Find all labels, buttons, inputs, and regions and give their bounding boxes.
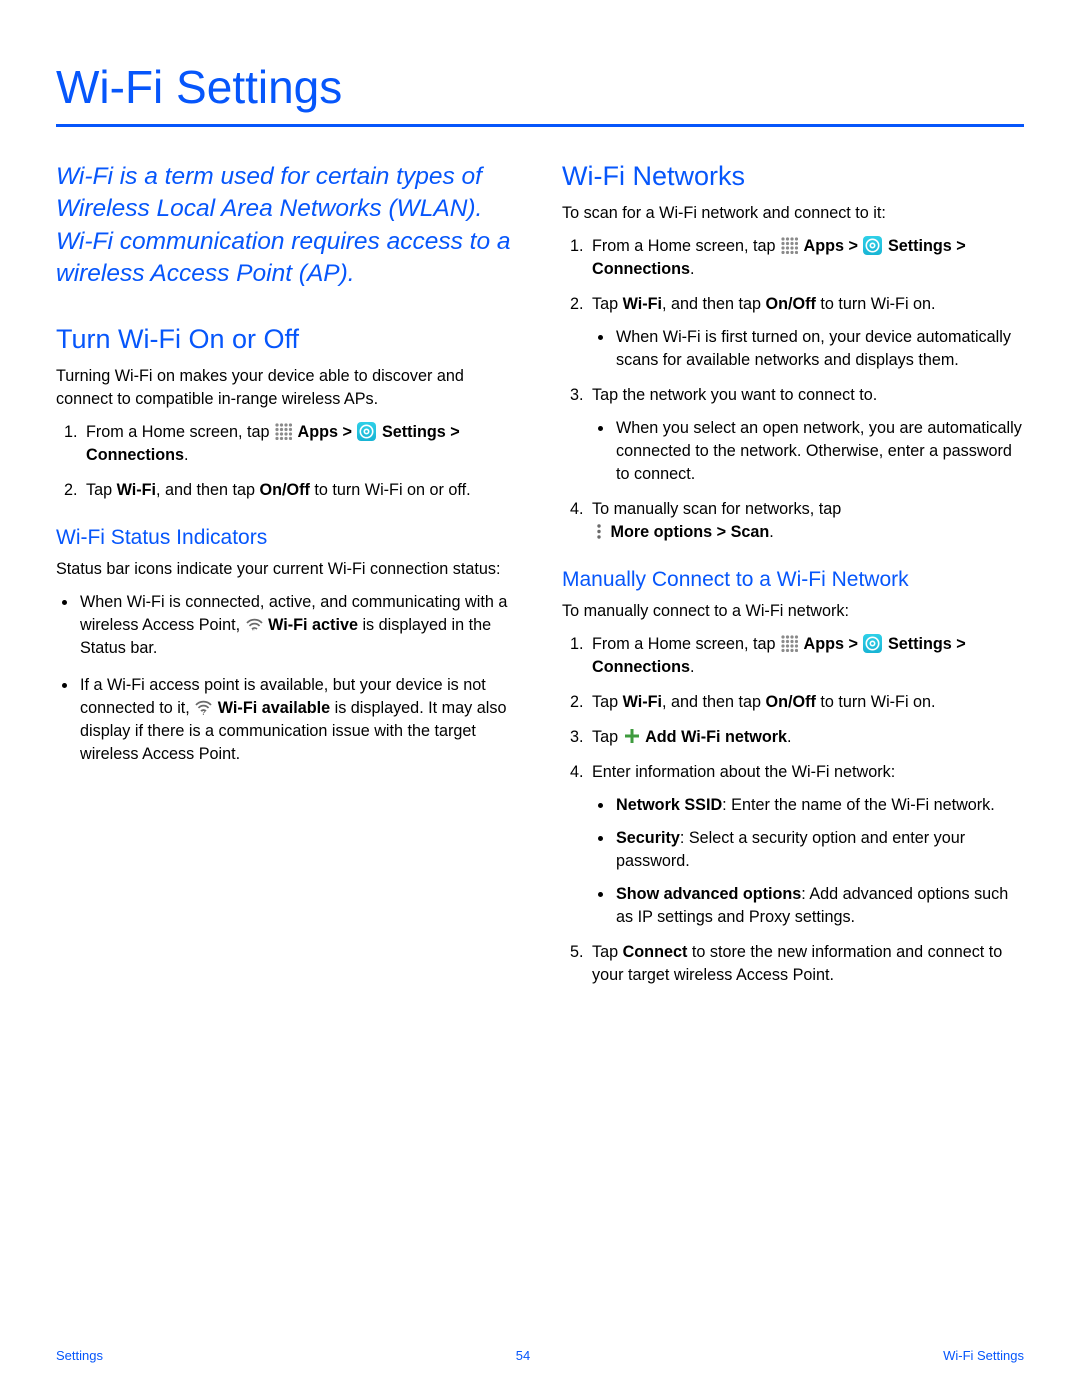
list-item: Tap Connect to store the new information…: [588, 941, 1024, 987]
list-item: From a Home screen, tap Apps > Settings …: [82, 421, 518, 467]
two-column-layout: Wi-Fi is a term used for certain types o…: [56, 161, 1024, 999]
text: , and then tap: [662, 693, 766, 711]
text: to turn Wi-Fi on.: [816, 693, 936, 711]
bold: Wi-Fi available: [218, 699, 330, 717]
sub-bullet: When Wi-Fi is first turned on, your devi…: [592, 326, 1024, 372]
text: : Enter the name of the Wi-Fi network.: [722, 796, 995, 814]
text: Tap the network you want to connect to.: [592, 386, 877, 404]
list-item: Enter information about the Wi-Fi networ…: [588, 761, 1024, 929]
footer-right: Wi-Fi Settings: [943, 1348, 1024, 1363]
text: Tap: [592, 295, 623, 313]
heading-wifi-networks: Wi-Fi Networks: [562, 161, 1024, 192]
paragraph: To manually connect to a Wi-Fi network:: [562, 600, 1024, 623]
text: , and then tap: [662, 295, 766, 313]
intro-text: Wi-Fi is a term used for certain types o…: [56, 161, 518, 290]
wifi-available-icon: [195, 699, 212, 714]
steps-wifi-networks: From a Home screen, tap Apps > Settings …: [562, 235, 1024, 544]
apps-label: Apps >: [804, 635, 863, 653]
bold: Wi-Fi active: [268, 616, 358, 634]
apps-label: Apps >: [298, 423, 357, 441]
sub-bullet: When you select an open network, you are…: [592, 417, 1024, 486]
heading-manually-connect: Manually Connect to a Wi-Fi Network: [562, 568, 1024, 592]
text: Enter information about the Wi-Fi networ…: [592, 763, 895, 781]
text: From a Home screen, tap: [86, 423, 274, 441]
text: Tap: [592, 943, 623, 961]
bold: More options > Scan: [611, 523, 770, 541]
text: Tap: [592, 728, 623, 746]
heading-status-indicators: Wi-Fi Status Indicators: [56, 526, 518, 550]
list-item: Tap Wi-Fi, and then tap On/Off to turn W…: [588, 691, 1024, 714]
text: to turn Wi-Fi on or off.: [310, 481, 471, 499]
settings-icon: [863, 634, 882, 653]
list-item: If a Wi-Fi access point is available, bu…: [78, 674, 518, 766]
text: to turn Wi-Fi on.: [816, 295, 936, 313]
list-item: From a Home screen, tap Apps > Settings …: [588, 633, 1024, 679]
list-item: Tap Wi-Fi, and then tap On/Off to turn W…: [588, 293, 1024, 372]
text: , and then tap: [156, 481, 260, 499]
steps-manual-connect: From a Home screen, tap Apps > Settings …: [562, 633, 1024, 987]
paragraph: To scan for a Wi-Fi network and connect …: [562, 202, 1024, 225]
page-footer: Settings 54 Wi-Fi Settings: [56, 1348, 1024, 1363]
settings-icon: [863, 236, 882, 255]
apps-icon: [275, 423, 292, 440]
apps-icon: [781, 237, 798, 254]
paragraph: Turning Wi-Fi on makes your device able …: [56, 365, 518, 411]
text: Tap: [86, 481, 117, 499]
left-column: Wi-Fi is a term used for certain types o…: [56, 161, 518, 999]
apps-label: Apps >: [804, 237, 863, 255]
bold: On/Off: [260, 481, 310, 499]
steps-turn-wifi: From a Home screen, tap Apps > Settings …: [56, 421, 518, 502]
list-item: To manually scan for networks, tap More …: [588, 498, 1024, 544]
text: From a Home screen, tap: [592, 237, 780, 255]
bold: Wi-Fi: [117, 481, 156, 499]
plus-icon: [624, 728, 640, 744]
footer-page-number: 54: [516, 1348, 530, 1363]
bold: Connect: [623, 943, 688, 961]
more-options-icon: [593, 523, 605, 540]
bold: Show advanced options: [616, 885, 801, 903]
bold: Network SSID: [616, 796, 722, 814]
list-item: When Wi-Fi is first turned on, your devi…: [614, 326, 1024, 372]
bold: Wi-Fi: [623, 295, 662, 313]
text: From a Home screen, tap: [592, 635, 780, 653]
list-item: Tap Add Wi-Fi network.: [588, 726, 1024, 749]
bold: Add Wi-Fi network: [645, 728, 787, 746]
list-item: Tap the network you want to connect to. …: [588, 384, 1024, 486]
list-item: Security: Select a security option and e…: [614, 827, 1024, 873]
title-divider: [56, 124, 1024, 127]
bold: On/Off: [766, 295, 816, 313]
list-item: When you select an open network, you are…: [614, 417, 1024, 486]
list-item: Network SSID: Enter the name of the Wi-F…: [614, 794, 1024, 817]
page-title: Wi-Fi Settings: [56, 60, 1024, 114]
bold: Wi-Fi: [623, 693, 662, 711]
list-item: Tap Wi-Fi, and then tap On/Off to turn W…: [82, 479, 518, 502]
text: Tap: [592, 693, 623, 711]
sub-bullet: Network SSID: Enter the name of the Wi-F…: [592, 794, 1024, 929]
bold: On/Off: [766, 693, 816, 711]
heading-turn-wifi: Turn Wi-Fi On or Off: [56, 324, 518, 355]
footer-left: Settings: [56, 1348, 103, 1363]
list-item: Show advanced options: Add advanced opti…: [614, 883, 1024, 929]
wifi-active-icon: [246, 617, 263, 632]
list-item: From a Home screen, tap Apps > Settings …: [588, 235, 1024, 281]
right-column: Wi-Fi Networks To scan for a Wi-Fi netwo…: [562, 161, 1024, 999]
apps-icon: [781, 635, 798, 652]
paragraph: Status bar icons indicate your current W…: [56, 558, 518, 581]
settings-icon: [357, 422, 376, 441]
bold: Security: [616, 829, 680, 847]
list-item: When Wi-Fi is connected, active, and com…: [78, 591, 518, 660]
bullet-list: When Wi-Fi is connected, active, and com…: [56, 591, 518, 766]
text: To manually scan for networks, tap: [592, 500, 841, 518]
